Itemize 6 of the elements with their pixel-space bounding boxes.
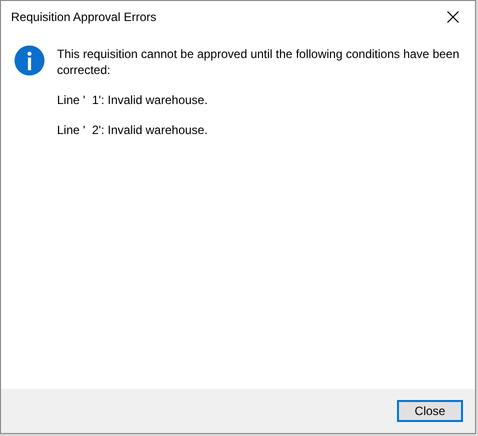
window-title: Requisition Approval Errors <box>11 9 156 26</box>
message-text: This requisition cannot be approved until the following conditions have been corrected: <box>57 46 460 78</box>
error-line: Line ' 1': Invalid warehouse. <box>57 92 209 108</box>
close-button[interactable]: Close <box>397 400 463 422</box>
error-line: Line ' 2': Invalid warehouse. <box>57 122 209 138</box>
info-icon <box>14 45 45 76</box>
